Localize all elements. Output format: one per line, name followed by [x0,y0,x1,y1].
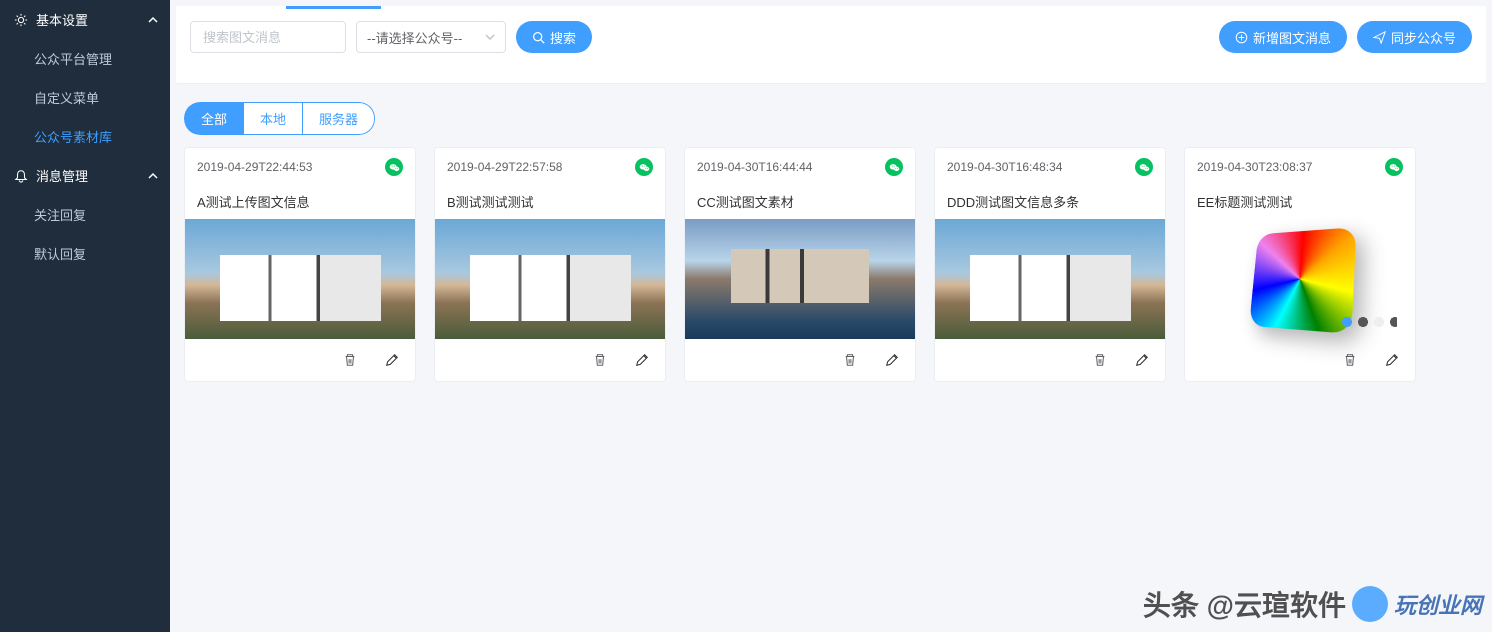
trash-icon [1343,353,1357,367]
nav-item[interactable]: 默认回复 [0,234,170,273]
pencil-icon [885,353,899,367]
wechat-icon [385,158,403,176]
card-thumbnail [935,219,1165,339]
material-card[interactable]: 2019-04-30T16:44:44 CC测试图文素材 [684,147,916,382]
card-header: 2019-04-30T16:48:34 [935,148,1165,186]
wechat-icon [885,158,903,176]
nav-item[interactable]: 关注回复 [0,195,170,234]
material-card[interactable]: 2019-04-30T23:08:37 EE标题测试测试 [1184,147,1416,382]
filter-tab[interactable]: 服务器 [302,102,375,135]
card-header: 2019-04-30T16:44:44 [685,148,915,186]
edit-button[interactable] [635,353,649,367]
wechat-icon [635,158,653,176]
card-thumbnail [435,219,665,339]
nav-group-header[interactable]: 消息管理 [0,156,170,195]
card-thumbnail [185,219,415,339]
gear-icon [14,13,28,27]
account-select[interactable]: --请选择公众号-- [356,21,506,53]
nav-item[interactable]: 公众号素材库 [0,117,170,156]
watermark-logo-icon [1352,586,1388,622]
pencil-icon [385,353,399,367]
filter-tab[interactable]: 全部 [184,102,243,135]
card-footer [1185,339,1415,381]
card-timestamp: 2019-04-30T16:44:44 [697,160,812,174]
search-input[interactable] [190,21,346,53]
trash-icon [1093,353,1107,367]
trash-icon [343,353,357,367]
send-icon [1373,31,1386,44]
chevron-up-icon [148,171,158,181]
search-button-label: 搜索 [550,28,576,47]
nav-group-label: 基本设置 [36,10,88,29]
chevron-down-icon [485,32,495,42]
card-timestamp: 2019-04-30T23:08:37 [1197,160,1312,174]
toolbar: --请选择公众号-- 搜索 新增图文消息 同步公众号 [176,6,1486,84]
card-footer [435,339,665,381]
edit-button[interactable] [1135,353,1149,367]
wechat-icon [1135,158,1153,176]
material-card[interactable]: 2019-04-30T16:48:34 DDD测试图文信息多条 [934,147,1166,382]
bell-icon [14,169,28,183]
delete-button[interactable] [843,353,857,367]
card-grid: 2019-04-29T22:44:53A测试上传图文信息2019-04-29T2… [170,147,1492,382]
card-title: A测试上传图文信息 [185,186,415,219]
pencil-icon [1385,353,1399,367]
add-article-label: 新增图文消息 [1253,28,1331,47]
trash-icon [593,353,607,367]
card-timestamp: 2019-04-29T22:44:53 [197,160,312,174]
card-footer [185,339,415,381]
card-header: 2019-04-30T23:08:37 [1185,148,1415,186]
nav-group-label: 消息管理 [36,166,88,185]
edit-button[interactable] [1385,353,1399,367]
watermark: 头条 @云瑄软件 玩创业网 [1143,584,1482,624]
card-timestamp: 2019-04-29T22:57:58 [447,160,562,174]
delete-button[interactable] [1343,353,1357,367]
card-thumbnail [1185,219,1415,339]
sync-account-button[interactable]: 同步公众号 [1357,21,1472,53]
sync-account-label: 同步公众号 [1391,28,1456,47]
watermark-text-1: 头条 @云瑄软件 [1143,584,1346,624]
material-card[interactable]: 2019-04-29T22:44:53 A测试上传图文信息 [184,147,416,382]
nav-item[interactable]: 公众平台管理 [0,39,170,78]
card-header: 2019-04-29T22:57:58 [435,148,665,186]
main-content: --请选择公众号-- 搜索 新增图文消息 同步公众号 全部本地服务器 201 [170,0,1492,632]
add-article-button[interactable]: 新增图文消息 [1219,21,1347,53]
pencil-icon [635,353,649,367]
card-title: CC测试图文素材 [685,186,915,219]
select-placeholder: --请选择公众号-- [367,28,462,47]
card-title: EE标题测试测试 [1185,186,1415,219]
card-timestamp: 2019-04-30T16:48:34 [947,160,1062,174]
search-icon [532,31,545,44]
edit-button[interactable] [885,353,899,367]
card-thumbnail [685,219,915,339]
delete-button[interactable] [1093,353,1107,367]
filter-tab[interactable]: 本地 [243,102,302,135]
card-footer [935,339,1165,381]
pencil-icon [1135,353,1149,367]
delete-button[interactable] [593,353,607,367]
card-title: DDD测试图文信息多条 [935,186,1165,219]
material-card[interactable]: 2019-04-29T22:57:58 B测试测试测试 [434,147,666,382]
card-header: 2019-04-29T22:44:53 [185,148,415,186]
nav-item[interactable]: 自定义菜单 [0,78,170,117]
plus-circle-icon [1235,31,1248,44]
search-button[interactable]: 搜索 [516,21,592,53]
watermark-text-2: 玩创业网 [1394,588,1482,620]
chevron-up-icon [148,15,158,25]
card-title: B测试测试测试 [435,186,665,219]
wechat-icon [1385,158,1403,176]
trash-icon [843,353,857,367]
sidebar: 基本设置公众平台管理自定义菜单公众号素材库消息管理关注回复默认回复 [0,0,170,632]
filter-tabs: 全部本地服务器 [184,102,375,135]
card-footer [685,339,915,381]
delete-button[interactable] [343,353,357,367]
edit-button[interactable] [385,353,399,367]
nav-group-header[interactable]: 基本设置 [0,0,170,39]
